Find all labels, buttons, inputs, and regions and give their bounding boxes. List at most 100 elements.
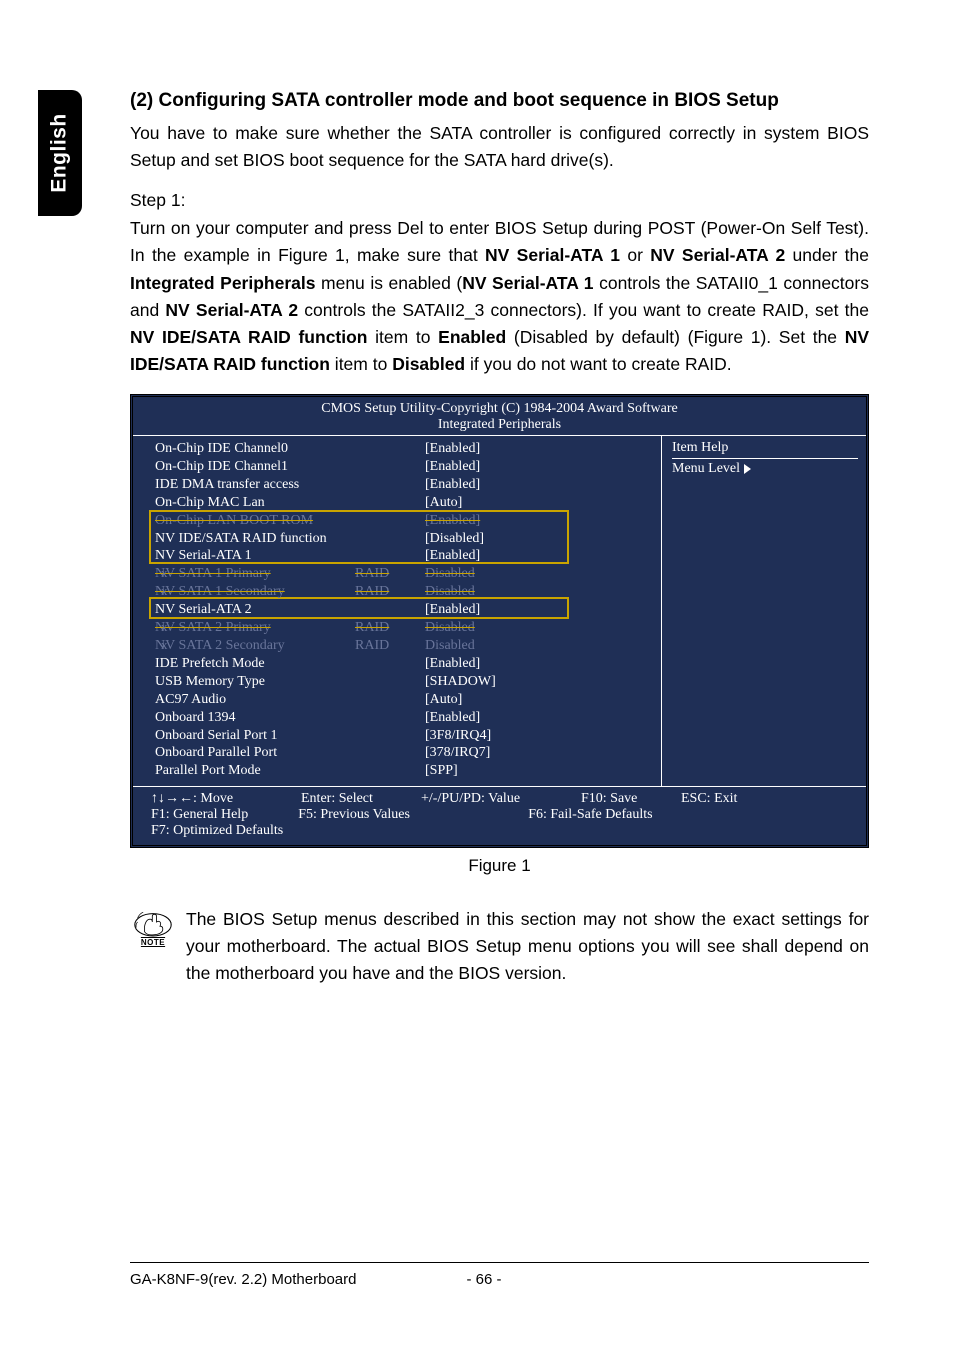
- step-label: Step 1:: [130, 190, 869, 211]
- bios-setting-mid: [355, 512, 425, 530]
- bios-menu-level: Menu Level: [672, 461, 751, 477]
- note-icon: NOTE: [130, 906, 176, 947]
- bios-setting-row: Parallel Port Mode[SPP]: [155, 762, 651, 780]
- bios-setting-row: Onboard Parallel Port [378/IRQ7]: [155, 744, 651, 762]
- bios-setting-row: On-Chip LAN BOOT ROM [Enabled]: [155, 512, 651, 530]
- bios-setting-name: NV SATA 2 Primary: [155, 619, 355, 637]
- bios-footer: ↑↓→←: Move Enter: Select +/-/PU/PD: Valu…: [133, 786, 866, 845]
- disabled-marker: x: [161, 619, 168, 636]
- bios-header: CMOS Setup Utility-Copyright (C) 1984-20…: [133, 397, 866, 436]
- bios-setting-row: xNV SATA 2 SecondaryRAIDDisabled: [155, 637, 651, 655]
- bios-setting-value: [Enabled]: [425, 440, 651, 458]
- bold-term: Enabled: [438, 327, 506, 347]
- hand-pointer-icon: [132, 906, 174, 938]
- text: under the: [785, 245, 869, 265]
- bios-setting-value: Disabled: [425, 565, 651, 583]
- bios-setting-value: [Enabled]: [425, 476, 651, 494]
- bios-setting-row: On-Chip IDE Channel0 [Enabled]: [155, 440, 651, 458]
- bios-setting-row: NV IDE/SATA RAID function[Disabled]: [155, 530, 651, 548]
- text: item to: [330, 354, 392, 374]
- bios-setting-value: [Enabled]: [425, 512, 651, 530]
- bios-setting-row: Onboard 1394[Enabled]: [155, 709, 651, 727]
- bios-setting-mid: [355, 440, 425, 458]
- bios-setting-value: [Auto]: [425, 494, 651, 512]
- bios-footer-value: +/-/PU/PD: Value: [421, 791, 571, 807]
- bios-setting-row: xNV SATA 1 SecondaryRAIDDisabled: [155, 583, 651, 601]
- bios-setting-mid: RAID: [355, 637, 425, 655]
- bold-term: NV Serial-ATA 1: [462, 273, 593, 293]
- bios-setting-mid: [355, 601, 425, 619]
- bios-header-line1: CMOS Setup Utility-Copyright (C) 1984-20…: [133, 401, 866, 417]
- bios-setting-mid: [355, 655, 425, 673]
- bios-setting-row: USB Memory Type[SHADOW]: [155, 673, 651, 691]
- bios-footer-esc: ESC: Exit: [681, 791, 771, 807]
- bios-footer-enter: Enter: Select: [301, 791, 411, 807]
- bios-setting-name: NV Serial-ATA 2: [155, 601, 355, 619]
- bios-setting-name: AC97 Audio: [155, 691, 355, 709]
- disabled-marker: x: [161, 565, 168, 582]
- bios-setting-value: [Disabled]: [425, 530, 651, 548]
- bold-term: NV Serial-ATA 2: [650, 245, 785, 265]
- bold-term: NV IDE/SATA RAID function: [130, 327, 368, 347]
- bios-setting-mid: [355, 762, 425, 780]
- bios-setting-name: USB Memory Type: [155, 673, 355, 691]
- bios-setting-mid: RAID: [355, 619, 425, 637]
- bios-menu-level-label: Menu Level: [672, 461, 740, 477]
- bios-setting-mid: [355, 709, 425, 727]
- bios-setting-value: [Enabled]: [425, 601, 651, 619]
- bios-setting-row: AC97 Audio [Auto]: [155, 691, 651, 709]
- bios-setting-mid: RAID: [355, 565, 425, 583]
- bios-setting-mid: [355, 458, 425, 476]
- bios-setting-value: Disabled: [425, 619, 651, 637]
- bios-header-line2: Integrated Peripherals: [133, 417, 866, 433]
- text: if you do not want to create RAID.: [465, 354, 732, 374]
- bold-term: Integrated Peripherals: [130, 273, 315, 293]
- language-tab-label: English: [48, 113, 72, 192]
- bios-setting-name: NV SATA 1 Primary: [155, 565, 355, 583]
- bios-setting-name: NV SATA 2 Secondary: [155, 637, 355, 655]
- bios-setting-mid: RAID: [355, 583, 425, 601]
- text: item to: [368, 327, 439, 347]
- bios-setting-row: NV Serial-ATA 1 [Enabled]: [155, 547, 651, 565]
- bios-setting-row: On-Chip IDE Channel1 [Enabled]: [155, 458, 651, 476]
- bios-setting-mid: [355, 547, 425, 565]
- bios-footer-move: ↑↓→←: Move: [151, 791, 291, 807]
- bios-setting-value: [Enabled]: [425, 709, 651, 727]
- bios-setting-row: NV Serial-ATA 2 [Enabled]: [155, 601, 651, 619]
- note-label: NOTE: [141, 938, 165, 947]
- bios-setting-mid: [355, 476, 425, 494]
- bios-setting-name: Onboard Parallel Port: [155, 744, 355, 762]
- bios-item-help: Item Help: [672, 440, 858, 459]
- bios-setting-mid: [355, 530, 425, 548]
- bios-footer-prev: F5: Previous Values: [258, 807, 518, 823]
- bios-setting-name: On-Chip LAN BOOT ROM: [155, 512, 355, 530]
- footer-page-number: - 66 -: [356, 1271, 869, 1288]
- bios-setting-row: xNV SATA 1 PrimaryRAIDDisabled: [155, 565, 651, 583]
- bios-setting-row: IDE Prefetch Mode[Enabled]: [155, 655, 651, 673]
- bios-setting-value: [Enabled]: [425, 458, 651, 476]
- bios-setting-value: [Enabled]: [425, 547, 651, 565]
- bios-setting-value: [3F8/IRQ4]: [425, 727, 651, 745]
- bold-term: Disabled: [392, 354, 465, 374]
- bios-setting-name: NV Serial-ATA 1: [155, 547, 355, 565]
- intro-paragraph: You have to make sure whether the SATA c…: [130, 120, 869, 174]
- text: (Disabled by default) (Figure 1). Set th…: [506, 327, 844, 347]
- bios-footer-help: F1: General Help: [151, 807, 248, 823]
- bios-setting-name: IDE Prefetch Mode: [155, 655, 355, 673]
- bios-setting-name: IDE DMA transfer access: [155, 476, 355, 494]
- bios-setting-mid: [355, 727, 425, 745]
- bios-setting-name: On-Chip IDE Channel1: [155, 458, 355, 476]
- text: menu is enabled (: [315, 273, 462, 293]
- footer-model: GA-K8NF-9(rev. 2.2) Motherboard: [130, 1271, 356, 1288]
- bios-setting-name: On-Chip IDE Channel0: [155, 440, 355, 458]
- bios-left-pane: On-Chip IDE Channel0[Enabled]On-Chip IDE…: [133, 436, 661, 786]
- bios-setting-name: Onboard Serial Port 1: [155, 727, 355, 745]
- bios-setting-mid: [355, 744, 425, 762]
- bios-setting-value: [Auto]: [425, 691, 651, 709]
- bios-setting-row: xNV SATA 2 PrimaryRAIDDisabled: [155, 619, 651, 637]
- bold-term: NV Serial-ATA 1: [485, 245, 620, 265]
- bios-setting-row: Onboard Serial Port 1 [3F8/IRQ4]: [155, 727, 651, 745]
- bios-setting-value: [378/IRQ7]: [425, 744, 651, 762]
- bold-term: NV Serial-ATA 2: [165, 300, 298, 320]
- disabled-marker: x: [161, 583, 168, 600]
